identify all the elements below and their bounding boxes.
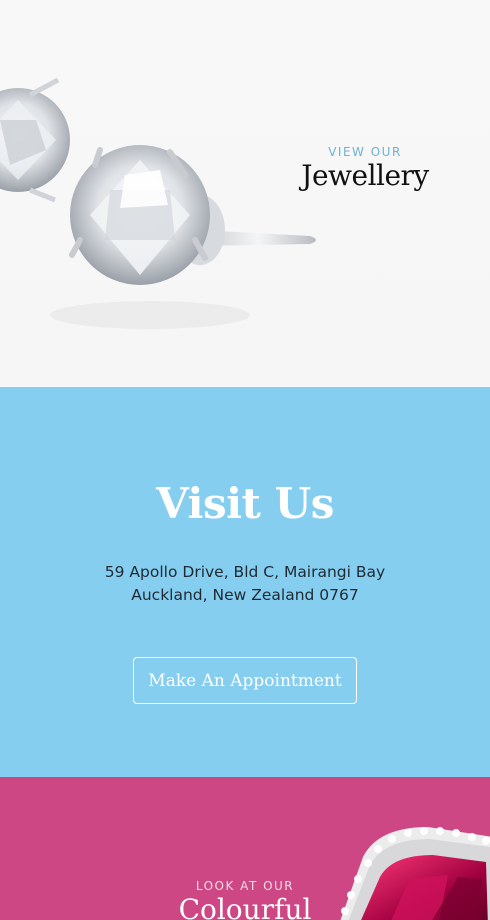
visit-us-title: Visit Us xyxy=(156,479,334,528)
jewellery-caption: VIEW OUR Jewellery xyxy=(300,145,430,192)
colourful-banner[interactable]: LOOK AT OUR Colourful xyxy=(0,777,490,920)
colourful-caption: LOOK AT OUR Colourful xyxy=(0,879,490,920)
colourful-heading[interactable]: Colourful xyxy=(0,893,490,920)
address-line-2: Auckland, New Zealand 0767 xyxy=(131,586,359,604)
visit-us-section: Visit Us 59 Apollo Drive, Bld C, Mairang… xyxy=(0,387,490,777)
jewellery-heading[interactable]: Jewellery xyxy=(300,159,430,192)
colourful-eyebrow: LOOK AT OUR xyxy=(195,879,295,893)
jewellery-eyebrow: VIEW OUR xyxy=(328,145,402,159)
address-line-1: 59 Apollo Drive, Bld C, Mairangi Bay xyxy=(104,563,386,581)
make-appointment-button[interactable]: Make An Appointment xyxy=(133,657,357,704)
diamond-earring-image xyxy=(0,77,316,329)
jewellery-banner[interactable]: VIEW OUR Jewellery xyxy=(0,0,490,387)
store-address: 59 Apollo Drive, Bld C, Mairangi Bay Auc… xyxy=(0,561,490,607)
